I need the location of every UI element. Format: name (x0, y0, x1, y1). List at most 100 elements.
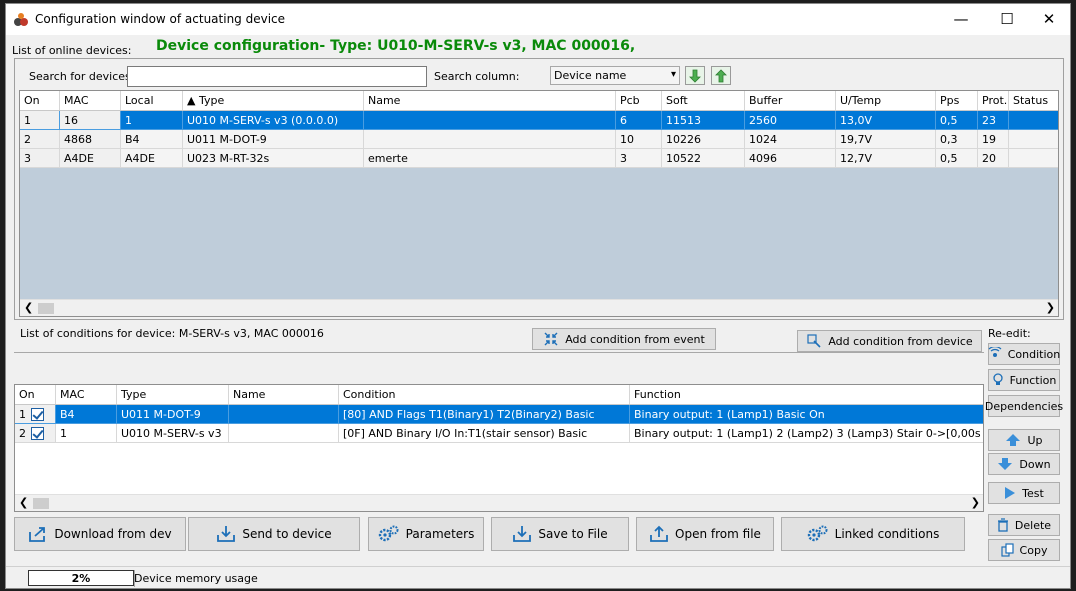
cell-prot: 20 (978, 149, 1009, 168)
arrow-down-icon (689, 69, 701, 83)
trash-icon (997, 518, 1008, 532)
col-function[interactable]: Function (630, 385, 983, 404)
col-name[interactable]: Name (364, 91, 616, 110)
table-row[interactable]: 2 4868 B4 U011 M-DOT-9 10 10226 1024 19,… (20, 130, 1058, 149)
col-mac[interactable]: MAC (56, 385, 117, 404)
cell-type: U011 M-DOT-9 (117, 405, 229, 424)
reedit-function-button[interactable]: Function (988, 369, 1060, 391)
save-to-file-button[interactable]: Save to File (491, 517, 629, 551)
col-status[interactable]: Status (1009, 91, 1058, 110)
add-condition-from-event-button[interactable]: Add condition from event (532, 328, 716, 350)
scroll-left-icon[interactable]: ❮ (24, 301, 33, 314)
search-column-label: Search column: (434, 70, 520, 83)
cell-pps: 0,5 (936, 111, 978, 130)
sort-down-button[interactable] (685, 66, 705, 85)
col-type[interactable]: Type (117, 385, 229, 404)
scroll-left-icon[interactable]: ❮ (19, 496, 28, 509)
col-prot[interactable]: Prot. (978, 91, 1009, 110)
move-down-button[interactable]: Down (988, 453, 1060, 475)
enabled-checkbox[interactable] (31, 426, 44, 440)
move-up-button[interactable]: Up (988, 429, 1060, 451)
app-icon (14, 13, 28, 26)
open-from-file-button[interactable]: Open from file (636, 517, 774, 551)
close-button[interactable]: ✕ (1026, 4, 1070, 34)
cell-buffer: 4096 (745, 149, 836, 168)
cell-pps: 0,5 (936, 149, 978, 168)
sort-up-button[interactable] (711, 66, 731, 85)
cell-prot: 23 (978, 111, 1009, 130)
devices-table[interactable]: On MAC Local ▲ Type Name Pcb Soft Buffer… (19, 90, 1059, 317)
reedit-dependencies-button[interactable]: Dependencies (985, 395, 1063, 417)
table-row[interactable]: 1 16 1 U010 M-SERV-s v3 (0.0.0.0) 6 1151… (20, 111, 1058, 130)
cell-buffer: 2560 (745, 111, 836, 130)
add-condition-from-device-button[interactable]: Add condition from device (797, 330, 982, 352)
maximize-button[interactable]: ☐ (984, 4, 1030, 34)
linked-conditions-button[interactable]: Linked conditions (781, 517, 965, 551)
export-icon (29, 527, 46, 542)
chevron-down-icon: ▾ (670, 69, 676, 80)
online-devices-panel: Search for devices: Search column: Devic… (14, 58, 1064, 320)
table-row[interactable]: 1 B4 U011 M-DOT-9 [80] AND Flags T1(Bina… (15, 405, 983, 424)
col-on[interactable]: On (20, 91, 60, 110)
cell-condition: [0F] AND Binary I/O In:T1(stair sensor) … (339, 424, 630, 443)
cell-mac: 16 (60, 111, 121, 130)
scroll-right-icon[interactable]: ❯ (1046, 301, 1055, 314)
col-buffer[interactable]: Buffer (745, 91, 836, 110)
status-bar: 2% Device memory usage (6, 566, 1070, 588)
cell-function: Binary output: 1 (Lamp1) Basic On (630, 405, 983, 424)
table-row[interactable]: 2 1 U010 M-SERV-s v3 [0F] AND Binary I/O… (15, 424, 983, 443)
minimize-button[interactable]: — (938, 4, 984, 34)
scroll-right-icon[interactable]: ❯ (971, 496, 980, 509)
conditions-table[interactable]: On MAC Type Name Condition Function 1 B4… (14, 384, 984, 512)
col-pps[interactable]: Pps (936, 91, 978, 110)
devices-horizontal-scrollbar[interactable]: ❮ ❯ (20, 299, 1058, 316)
search-column-select[interactable]: Device name ▾ (550, 66, 680, 85)
arrow-up-icon (1006, 434, 1021, 446)
cell-status (1009, 111, 1058, 130)
signal-icon (988, 347, 1002, 357)
devices-table-header: On MAC Local ▲ Type Name Pcb Soft Buffer… (20, 91, 1058, 111)
send-to-device-button[interactable]: Send to device (188, 517, 360, 551)
col-utemp[interactable]: U/Temp (836, 91, 936, 110)
section-divider (14, 352, 984, 353)
gears-icon (378, 525, 399, 542)
col-local[interactable]: Local (121, 91, 183, 110)
cell-on: 3 (20, 149, 60, 168)
cell-pcb: 10 (616, 130, 662, 149)
cell-utemp: 13,0V (836, 111, 936, 130)
reedit-condition-button[interactable]: Condition (988, 343, 1060, 365)
gears-icon (807, 525, 828, 542)
download-from-device-button[interactable]: Download from dev (14, 517, 186, 551)
cell-local: 1 (121, 111, 183, 130)
memory-usage-label: Device memory usage (134, 572, 258, 585)
cell-status (1009, 149, 1058, 168)
col-soft[interactable]: Soft (662, 91, 745, 110)
online-devices-label: List of online devices: (12, 44, 132, 57)
col-on[interactable]: On (15, 385, 56, 404)
search-devices-input[interactable] (127, 66, 427, 87)
col-name[interactable]: Name (229, 385, 339, 404)
cell-type: U010 M-SERV-s v3 (117, 424, 229, 443)
col-type[interactable]: ▲ Type (183, 91, 364, 110)
window-title: Configuration window of actuating device (35, 12, 286, 26)
cell-soft: 10522 (662, 149, 745, 168)
col-mac[interactable]: MAC (60, 91, 121, 110)
conditions-horizontal-scrollbar[interactable]: ❮ ❯ (15, 494, 983, 511)
cell-condition: [80] AND Flags T1(Binary1) T2(Binary2) B… (339, 405, 630, 424)
test-button[interactable]: Test (988, 482, 1060, 504)
col-condition[interactable]: Condition (339, 385, 630, 404)
pointer-icon (807, 334, 821, 348)
table-row[interactable]: 3 A4DE A4DE U023 M-RT-32s emerte 3 10522… (20, 149, 1058, 168)
delete-button[interactable]: Delete (988, 514, 1060, 536)
title-bar[interactable]: Configuration window of actuating device… (6, 4, 1070, 35)
copy-button[interactable]: Copy (988, 539, 1060, 561)
cell-type: U011 M-DOT-9 (183, 130, 364, 149)
collapse-arrows-icon (544, 332, 558, 346)
cell-utemp: 12,7V (836, 149, 936, 168)
scroll-thumb[interactable] (38, 303, 54, 314)
parameters-button[interactable]: Parameters (368, 517, 484, 551)
enabled-checkbox[interactable] (31, 407, 44, 421)
col-pcb[interactable]: Pcb (616, 91, 662, 110)
scroll-thumb[interactable] (33, 498, 49, 509)
arrow-down-icon (998, 458, 1013, 470)
